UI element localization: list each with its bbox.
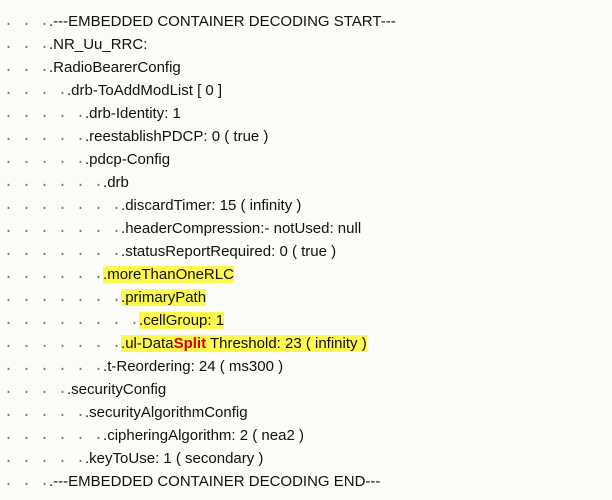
log-line: . . . . . . . .statusReportRequired: 0 (… [0,240,612,263]
text-part: .primaryPath [121,289,206,306]
text-part: .securityAlgorithmConfig [85,404,248,421]
log-line: . . . . . . . .primaryPath [0,286,612,309]
log-text: .statusReportRequired: 0 ( true ) [121,240,336,263]
log-line: . . . . . .securityAlgorithmConfig [0,401,612,424]
log-line: . . . . . . .t-Reordering: 24 ( ms300 ) [0,355,612,378]
text-part: .t-Reordering: 24 ( ms300 ) [103,358,283,375]
log-text: .cipheringAlgorithm: 2 ( nea2 ) [103,424,304,447]
log-text: .reestablishPDCP: 0 ( true ) [85,125,268,148]
log-line: . . . . . . . .headerCompression:- notUs… [0,217,612,240]
log-line: . . . . . . .moreThanOneRLC [0,263,612,286]
log-line: . . . . .drb-ToAddModList [ 0 ] [0,79,612,102]
log-line: . . . . . .pdcp-Config [0,148,612,171]
indent-dots: . . . . . [0,447,85,470]
text-part: .drb-Identity: 1 [85,105,181,122]
indent-dots: . . . . . [0,401,85,424]
indent-dots: . . . . . . [0,424,103,447]
indent-dots: . . . . . . . [0,286,121,309]
text-part: .reestablishPDCP: 0 ( true ) [85,128,268,145]
log-line: . . . .RadioBearerConfig [0,56,612,79]
text-part: .statusReportRequired: 0 ( true ) [121,243,336,260]
indent-dots: . . . . . . . [0,240,121,263]
log-text: .NR_Uu_RRC: [49,33,147,56]
text-part: .moreThanOneRLC [103,266,234,283]
text-part: .RadioBearerConfig [49,59,181,76]
log-text: .securityAlgorithmConfig [85,401,248,424]
indent-dots: . . . . . [0,125,85,148]
text-part: .drb-ToAddModList [ 0 ] [67,82,222,99]
log-line: . . . . . . . .ul-DataSplit Threshold: 2… [0,332,612,355]
log-line: . . . .---EMBEDDED CONTAINER DECODING EN… [0,470,612,493]
log-text: .drb-ToAddModList [ 0 ] [67,79,222,102]
indent-dots: . . . [0,33,49,56]
log-text: .headerCompression:- notUsed: null [121,217,361,240]
text-part: .cipheringAlgorithm: 2 ( nea2 ) [103,427,304,444]
log-text: .---EMBEDDED CONTAINER DECODING END--- [49,470,380,493]
indent-dots: . . . [0,56,49,79]
log-text: .ul-DataSplit Threshold: 23 ( infinity ) [121,332,367,355]
log-text: .discardTimer: 15 ( infinity ) [121,194,301,217]
indent-dots: . . . . . [0,102,85,125]
indent-dots: . . . . [0,378,67,401]
log-line: . . . . . . . . .cellGroup: 1 [0,309,612,332]
log-container: . . . .---EMBEDDED CONTAINER DECODING ST… [0,0,612,493]
log-text: .drb-Identity: 1 [85,102,181,125]
log-line: . . . . . . .drb [0,171,612,194]
indent-dots: . . . . [0,79,67,102]
indent-dots: . . . . . . . [0,332,121,355]
indent-dots: . . . . . . . . [0,309,139,332]
log-line: . . . . . . . .discardTimer: 15 ( infini… [0,194,612,217]
log-text: .primaryPath [121,286,206,309]
indent-dots: . . . . . . [0,171,103,194]
highlight-match: Split [174,335,207,352]
log-text: .cellGroup: 1 [139,309,224,332]
text-part: .headerCompression:- notUsed: null [121,220,361,237]
text-part: .discardTimer: 15 ( infinity ) [121,197,301,214]
log-text: .---EMBEDDED CONTAINER DECODING START--- [49,10,396,33]
log-line: . . . . . .drb-Identity: 1 [0,102,612,125]
text-part: Threshold: 23 ( infinity ) [206,335,367,352]
indent-dots: . . . . . [0,148,85,171]
log-text: .RadioBearerConfig [49,56,181,79]
log-text: .drb [103,171,129,194]
text-part: .NR_Uu_RRC: [49,36,147,53]
log-text: .securityConfig [67,378,166,401]
log-text: .t-Reordering: 24 ( ms300 ) [103,355,283,378]
indent-dots: . . . [0,10,49,33]
log-line: . . . . . . .cipheringAlgorithm: 2 ( nea… [0,424,612,447]
indent-dots: . . . [0,470,49,493]
log-line: . . . . .securityConfig [0,378,612,401]
log-line: . . . . . .keyToUse: 1 ( secondary ) [0,447,612,470]
indent-dots: . . . . . . [0,355,103,378]
log-line: . . . .---EMBEDDED CONTAINER DECODING ST… [0,10,612,33]
log-line: . . . .NR_Uu_RRC: [0,33,612,56]
log-line: . . . . . .reestablishPDCP: 0 ( true ) [0,125,612,148]
log-text: .pdcp-Config [85,148,170,171]
log-text: .moreThanOneRLC [103,263,234,286]
text-part: .securityConfig [67,381,166,398]
text-part: .keyToUse: 1 ( secondary ) [85,450,263,467]
indent-dots: . . . . . . [0,263,103,286]
text-part: .ul-Data [121,335,174,352]
indent-dots: . . . . . . . [0,194,121,217]
log-text: .keyToUse: 1 ( secondary ) [85,447,263,470]
text-part: .pdcp-Config [85,151,170,168]
text-part: .---EMBEDDED CONTAINER DECODING END--- [49,473,380,490]
text-part: .drb [103,174,129,191]
text-part: .cellGroup: 1 [139,312,224,329]
indent-dots: . . . . . . . [0,217,121,240]
text-part: .---EMBEDDED CONTAINER DECODING START--- [49,13,396,30]
